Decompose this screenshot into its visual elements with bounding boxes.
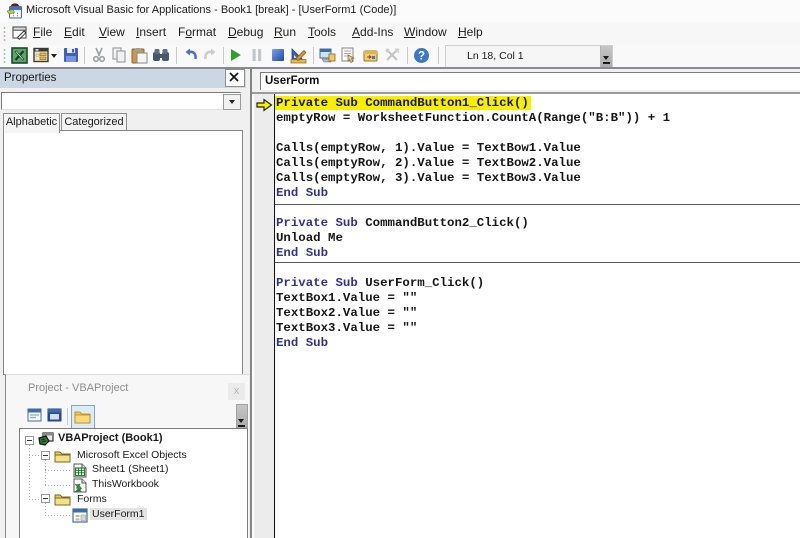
svg-text:?: ?	[418, 51, 425, 63]
